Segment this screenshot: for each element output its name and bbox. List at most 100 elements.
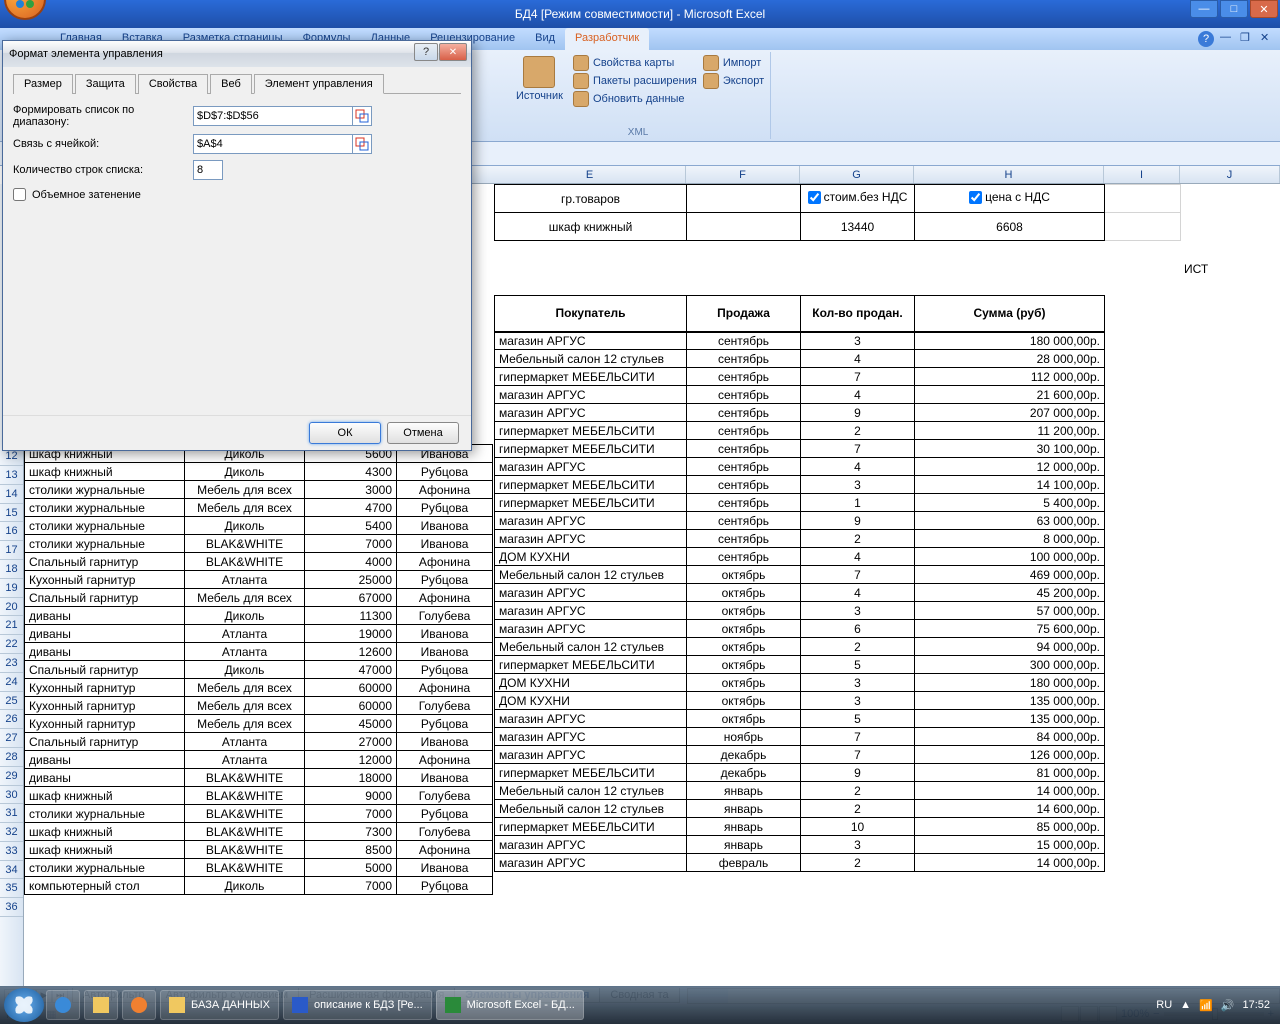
- dialog-tab-1[interactable]: Защита: [75, 74, 136, 94]
- row-header[interactable]: 13: [0, 466, 23, 485]
- table-row[interactable]: Мебельный салон 12 стульевсентябрь428 00…: [495, 350, 1105, 368]
- dialog-tab-2[interactable]: Свойства: [138, 74, 208, 94]
- doc-minimize[interactable]: —: [1220, 31, 1234, 45]
- cell-cost-novat[interactable]: 13440: [801, 213, 915, 241]
- row-header[interactable]: 36: [0, 898, 23, 917]
- office-button[interactable]: [4, 0, 46, 20]
- cell-product[interactable]: шкаф книжный: [495, 213, 687, 241]
- table-row[interactable]: Спальный гарнитурДиколь47000Рубцова: [25, 661, 493, 679]
- table-row[interactable]: диваныАтланта12600Иванова: [25, 643, 493, 661]
- table-row[interactable]: столики журнальныеBLAK&WHITE7000Рубцова: [25, 805, 493, 823]
- table-row[interactable]: гипермаркет МЕБЕЛЬСИТИдекабрь981 000,00р…: [495, 764, 1105, 782]
- table-row[interactable]: магазин АРГУСсентябрь421 600,00р.: [495, 386, 1105, 404]
- taskbar-pin-explorer[interactable]: [84, 990, 118, 1020]
- row-header[interactable]: 14: [0, 485, 23, 504]
- ok-button[interactable]: ОК: [309, 422, 381, 444]
- expansion-packs[interactable]: Пакеты расширения: [573, 72, 697, 90]
- th-qty[interactable]: Кол-во продан.: [801, 296, 915, 332]
- row-header[interactable]: 20: [0, 598, 23, 617]
- table-row[interactable]: ДОМ КУХНИоктябрь3135 000,00р.: [495, 692, 1105, 710]
- table-row[interactable]: шкаф книжныйBLAK&WHITE8500Афонина: [25, 841, 493, 859]
- dialog-titlebar[interactable]: Формат элемента управления ? ✕: [3, 41, 471, 67]
- col-header-f[interactable]: F: [686, 166, 800, 183]
- col-header-e[interactable]: E: [494, 166, 686, 183]
- table-row[interactable]: магазин АРГУСсентябрь412 000,00р.: [495, 458, 1105, 476]
- table-row[interactable]: магазин АРГУСсентябрь3180 000,00р.: [495, 332, 1105, 350]
- table-row[interactable]: гипермаркет МЕБЕЛЬСИТИоктябрь5300 000,00…: [495, 656, 1105, 674]
- row-header[interactable]: 24: [0, 673, 23, 692]
- table-row[interactable]: гипермаркет МЕБЕЛЬСИТИсентябрь211 200,00…: [495, 422, 1105, 440]
- checkbox-no-vat[interactable]: стоим.без НДС: [808, 190, 908, 204]
- tray-volume-icon[interactable]: 🔊: [1221, 999, 1235, 1012]
- help-button[interactable]: ?: [1198, 31, 1214, 47]
- table-row[interactable]: шкаф книжныйДиколь4300Рубцова: [25, 463, 493, 481]
- row-header[interactable]: 26: [0, 710, 23, 729]
- table-row[interactable]: столики журнальныеBLAK&WHITE7000Иванова: [25, 535, 493, 553]
- import-button[interactable]: Импорт: [703, 54, 764, 72]
- checkbox-with-vat[interactable]: цена с НДС: [969, 190, 1050, 204]
- table-row[interactable]: шкаф книжныйBLAK&WHITE9000Голубева: [25, 787, 493, 805]
- source-button[interactable]: Источник: [512, 54, 567, 104]
- tray-flag-icon[interactable]: ▲: [1180, 999, 1191, 1011]
- row-header[interactable]: 30: [0, 786, 23, 805]
- card-properties[interactable]: Свойства карты: [573, 54, 697, 72]
- table-row[interactable]: магазин АРГУСоктябрь445 200,00р.: [495, 584, 1105, 602]
- range-ref-button[interactable]: [352, 106, 372, 126]
- ribbon-tab-7[interactable]: Разработчик: [565, 28, 649, 50]
- table-row[interactable]: магазин АРГУСоктябрь5135 000,00р.: [495, 710, 1105, 728]
- col-header-j[interactable]: J: [1180, 166, 1280, 183]
- row-header[interactable]: 18: [0, 560, 23, 579]
- table-row[interactable]: Мебельный салон 12 стульевянварь214 600,…: [495, 800, 1105, 818]
- table-row[interactable]: Кухонный гарнитурМебель для всех60000Афо…: [25, 679, 493, 697]
- rows-input[interactable]: [193, 160, 223, 180]
- row-header[interactable]: 22: [0, 635, 23, 654]
- th-buyer[interactable]: Покупатель: [495, 296, 687, 332]
- row-header[interactable]: 31: [0, 804, 23, 823]
- taskbar-pin-wmp[interactable]: [122, 990, 156, 1020]
- tray-clock[interactable]: 17:52: [1242, 999, 1270, 1011]
- row-header[interactable]: 21: [0, 616, 23, 635]
- start-button[interactable]: [4, 988, 44, 1022]
- table-row[interactable]: ДОМ КУХНИоктябрь3180 000,00р.: [495, 674, 1105, 692]
- tray-network-icon[interactable]: 📶: [1199, 999, 1213, 1012]
- col-header-i[interactable]: I: [1104, 166, 1180, 183]
- link-ref-button[interactable]: [352, 134, 372, 154]
- row-header[interactable]: 29: [0, 767, 23, 786]
- dialog-tab-3[interactable]: Веб: [210, 74, 252, 94]
- task-word[interactable]: описание к БДЗ [Ре...: [283, 990, 432, 1020]
- row-header[interactable]: 32: [0, 823, 23, 842]
- maximize-button[interactable]: □: [1220, 0, 1248, 18]
- dialog-help-button[interactable]: ?: [414, 43, 438, 61]
- row-header[interactable]: 33: [0, 842, 23, 861]
- table-row[interactable]: магазин АРГУСсентябрь963 000,00р.: [495, 512, 1105, 530]
- row-header[interactable]: 27: [0, 729, 23, 748]
- doc-restore[interactable]: ❐: [1240, 31, 1254, 45]
- row-header[interactable]: 25: [0, 692, 23, 711]
- table-row[interactable]: магазин АРГУСдекабрь7126 000,00р.: [495, 746, 1105, 764]
- cell-price-vat[interactable]: 6608: [915, 213, 1105, 241]
- table-row[interactable]: диваныBLAK&WHITE18000Иванова: [25, 769, 493, 787]
- close-button[interactable]: ✕: [1250, 0, 1278, 18]
- row-header[interactable]: 17: [0, 541, 23, 560]
- table-row[interactable]: столики журнальныеМебель для всех4700Руб…: [25, 499, 493, 517]
- table-row[interactable]: ДОМ КУХНИсентябрь4100 000,00р.: [495, 548, 1105, 566]
- row-header[interactable]: 15: [0, 504, 23, 523]
- table-row[interactable]: Мебельный салон 12 стульевоктябрь294 000…: [495, 638, 1105, 656]
- table-row[interactable]: шкаф книжныйBLAK&WHITE7300Голубева: [25, 823, 493, 841]
- link-input[interactable]: [193, 134, 353, 154]
- table-row[interactable]: магазин АРГУСоктябрь357 000,00р.: [495, 602, 1105, 620]
- row-header[interactable]: 35: [0, 879, 23, 898]
- table-row[interactable]: Кухонный гарнитурМебель для всех45000Руб…: [25, 715, 493, 733]
- row-header[interactable]: 23: [0, 654, 23, 673]
- range-input[interactable]: [193, 106, 353, 126]
- table-row[interactable]: Спальный гарнитурBLAK&WHITE4000Афонина: [25, 553, 493, 571]
- dialog-tab-4[interactable]: Элемент управления: [254, 74, 384, 94]
- table-row[interactable]: магазин АРГУСсентябрь9207 000,00р.: [495, 404, 1105, 422]
- row-header[interactable]: 34: [0, 861, 23, 880]
- shading-checkbox[interactable]: [13, 188, 26, 201]
- table-row[interactable]: магазин АРГУСянварь315 000,00р.: [495, 836, 1105, 854]
- table-row[interactable]: Спальный гарнитурАтланта27000Иванова: [25, 733, 493, 751]
- refresh-data[interactable]: Обновить данные: [573, 90, 697, 108]
- table-row[interactable]: Кухонный гарнитурМебель для всех60000Гол…: [25, 697, 493, 715]
- tray-lang[interactable]: RU: [1156, 999, 1172, 1011]
